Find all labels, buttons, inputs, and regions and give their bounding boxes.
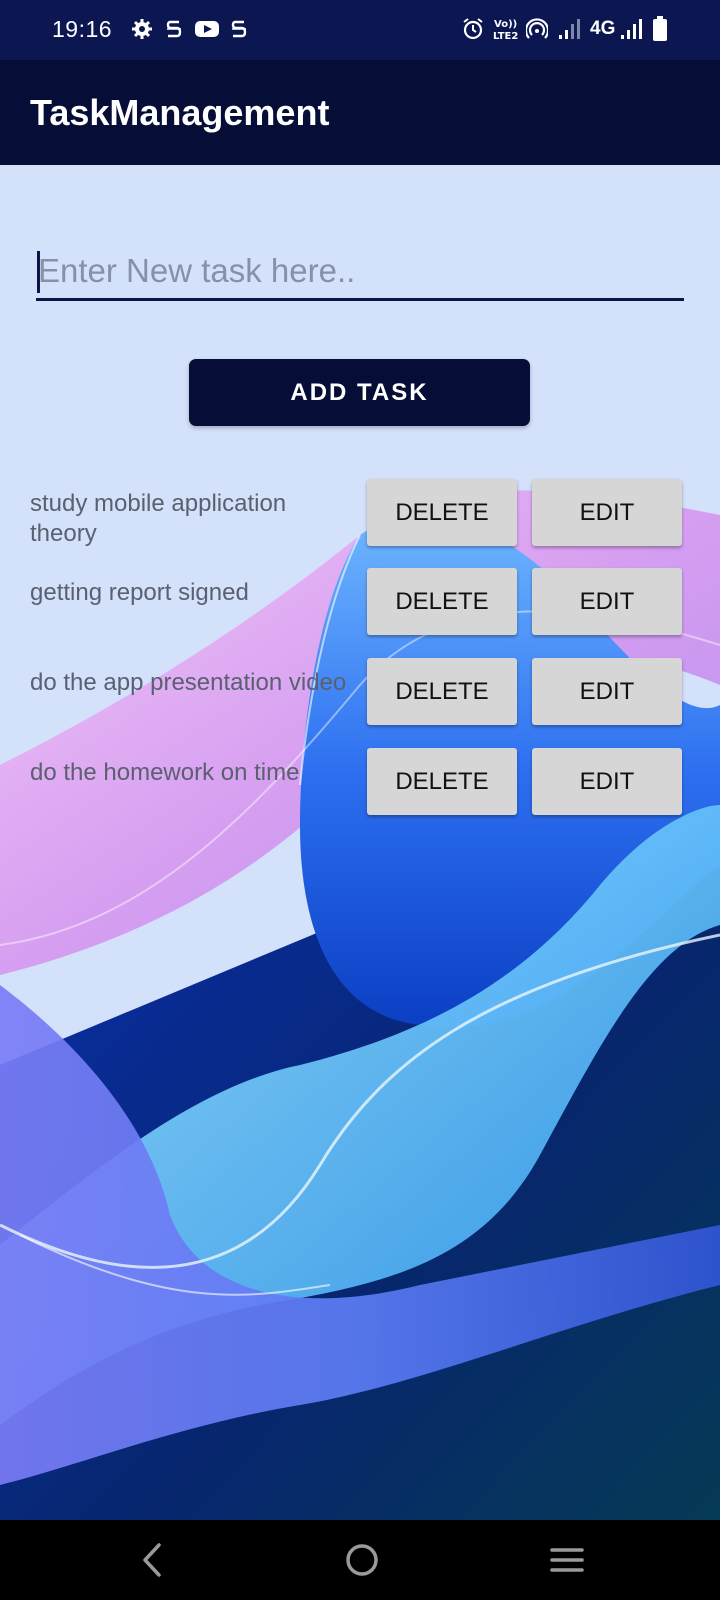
task-row: do the homework on time DELETE EDIT bbox=[0, 748, 720, 828]
task-text: do the app presentation video bbox=[30, 669, 347, 696]
main-content: ADD TASK study mobile application theory… bbox=[0, 165, 720, 1520]
navigation-bar bbox=[0, 1520, 720, 1600]
edit-task-button[interactable]: EDIT bbox=[532, 658, 682, 725]
task-input[interactable] bbox=[36, 243, 684, 298]
hotspot-icon bbox=[524, 18, 550, 45]
status-time: 19:16 bbox=[52, 16, 113, 42]
svg-text:Vo)): Vo)) bbox=[494, 19, 517, 30]
task-input-container bbox=[36, 243, 684, 301]
battery-icon bbox=[652, 16, 668, 47]
volte-icon: Vo)) LTE2 bbox=[492, 17, 520, 46]
home-icon[interactable] bbox=[342, 1540, 382, 1585]
task-row: getting report signed DELETE EDIT bbox=[0, 568, 720, 648]
text-cursor bbox=[37, 251, 40, 293]
edit-task-button[interactable]: EDIT bbox=[532, 748, 682, 815]
task-row: do the app presentation video DELETE EDI… bbox=[0, 658, 720, 738]
task-text: do the homework on time bbox=[30, 759, 300, 786]
svg-text:LTE2: LTE2 bbox=[493, 31, 518, 41]
s-notification-icon bbox=[165, 18, 183, 45]
add-task-button[interactable]: ADD TASK bbox=[189, 359, 530, 426]
task-row: study mobile application theory DELETE E… bbox=[0, 479, 720, 559]
recents-icon[interactable] bbox=[549, 1540, 585, 1585]
task-text: study mobile application theory bbox=[30, 490, 287, 547]
alarm-icon bbox=[462, 18, 484, 45]
status-bar: 19:16 Vo)) LTE2 4G bbox=[0, 0, 720, 60]
delete-task-button[interactable]: DELETE bbox=[367, 658, 517, 725]
delete-task-button[interactable]: DELETE bbox=[367, 568, 517, 635]
gear-icon bbox=[131, 18, 153, 45]
back-icon[interactable] bbox=[137, 1540, 167, 1585]
app-bar: TaskManagement bbox=[0, 60, 720, 165]
edit-task-button[interactable]: EDIT bbox=[532, 479, 682, 546]
youtube-icon bbox=[194, 18, 220, 45]
delete-task-button[interactable]: DELETE bbox=[367, 479, 517, 546]
edit-task-button[interactable]: EDIT bbox=[532, 568, 682, 635]
signal-icon bbox=[558, 18, 582, 45]
s-notification-icon bbox=[230, 18, 248, 45]
app-title: TaskManagement bbox=[30, 92, 330, 133]
delete-task-button[interactable]: DELETE bbox=[367, 748, 517, 815]
task-text: getting report signed bbox=[30, 579, 249, 606]
signal-icon bbox=[620, 18, 644, 45]
network-type: 4G bbox=[590, 18, 616, 39]
